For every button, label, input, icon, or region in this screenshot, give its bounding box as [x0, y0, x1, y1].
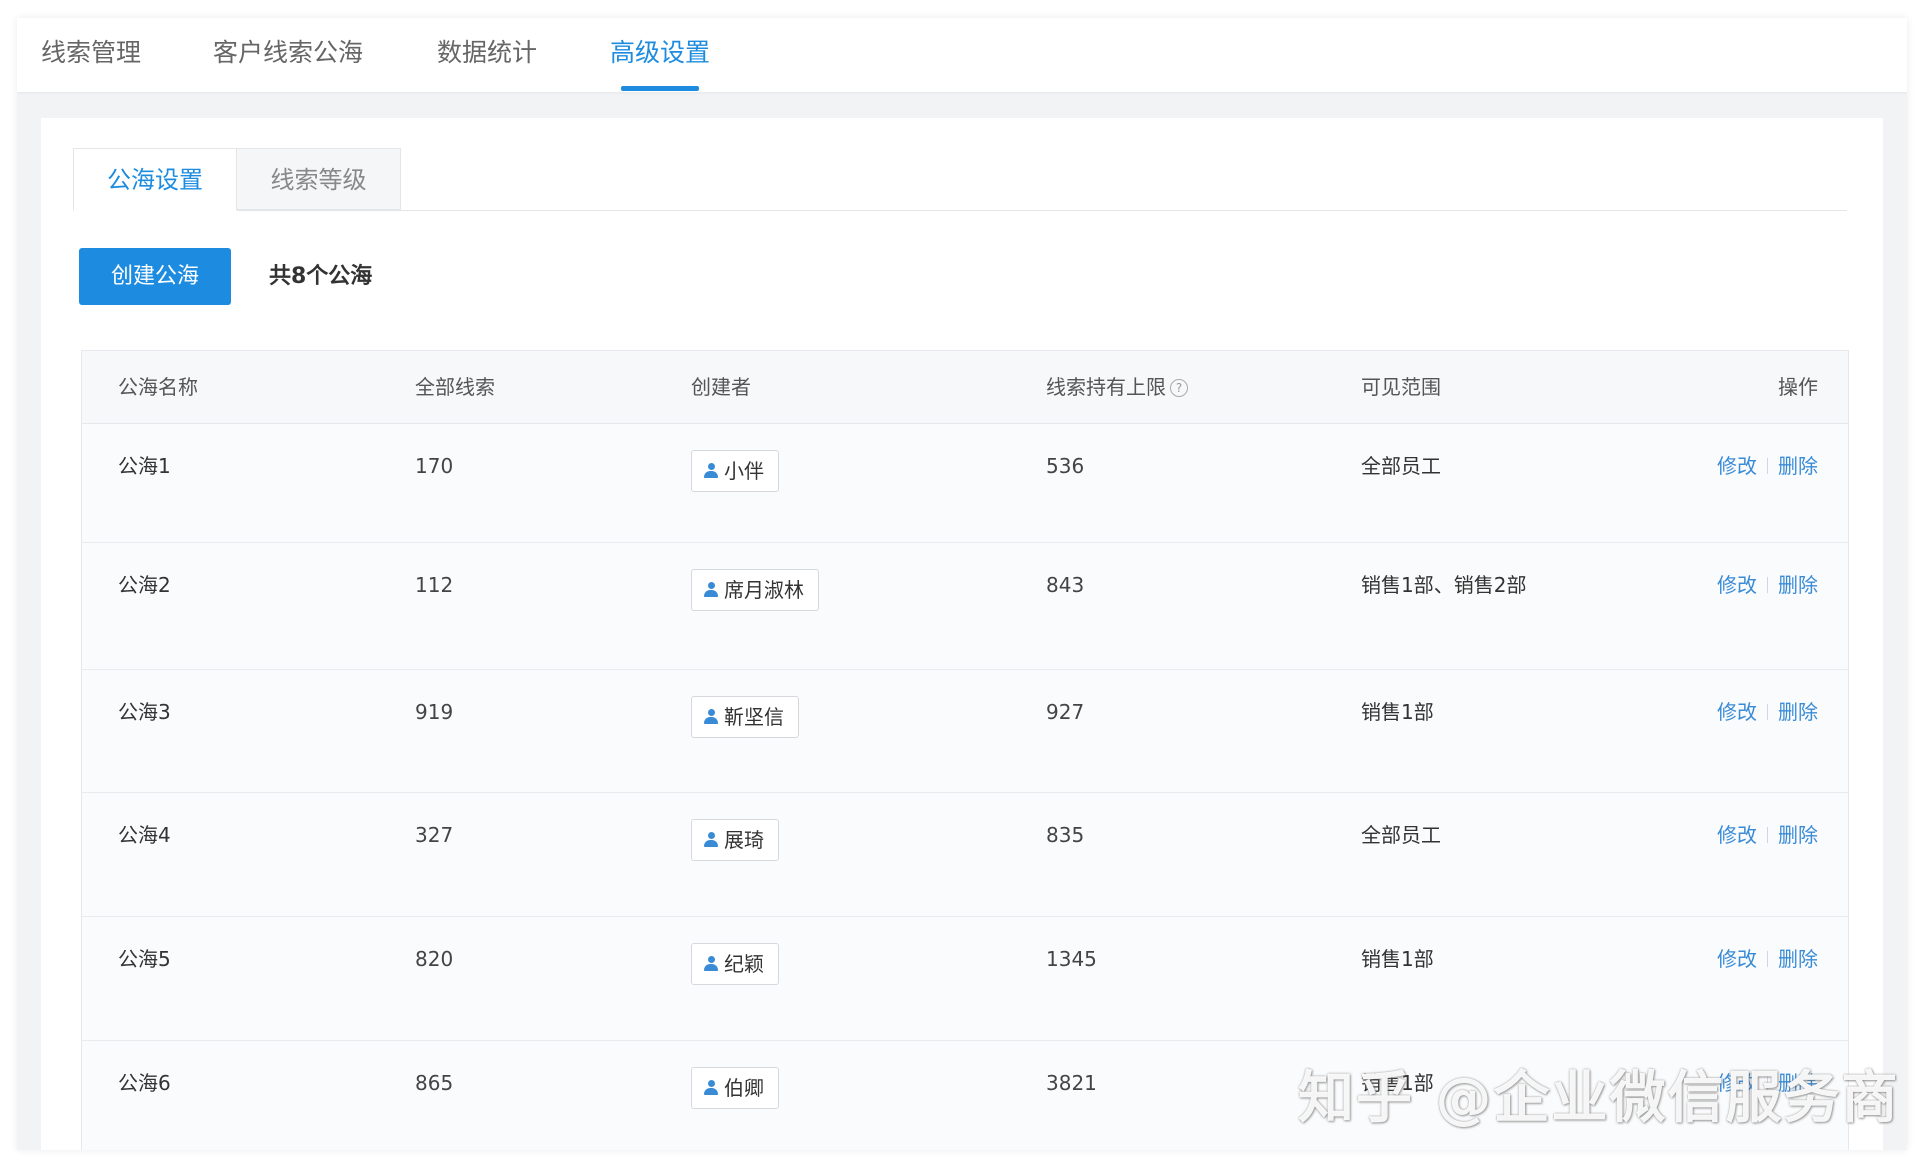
- pool-table: 公海名称 全部线索 创建者 线索持有上限? 可见范围 操作 公海1 170 小伴…: [81, 350, 1849, 1150]
- action-divider: [1767, 704, 1768, 720]
- visible-scope: 销售1部、销售2部: [1361, 573, 1527, 597]
- top-nav: 线索管理 客户线索公海 数据统计 高级设置: [17, 18, 1907, 92]
- holding-limit: 843: [1046, 573, 1085, 597]
- holding-limit: 927: [1046, 700, 1085, 724]
- creator-tag: 靳坚信: [691, 696, 799, 738]
- visible-scope: 销售1部: [1361, 700, 1434, 724]
- user-icon: [704, 582, 718, 598]
- header-visible-scope: 可见范围: [1361, 375, 1441, 399]
- table-row: 公海2 112 席月淑林 843 销售1部、销售2部 修改 删除: [82, 543, 1848, 670]
- row-actions: 修改 删除: [1717, 821, 1818, 849]
- user-icon: [704, 709, 718, 725]
- row-actions: 修改 删除: [1717, 698, 1818, 726]
- watermark-text: 知乎 @企业微信服务商: [1298, 1066, 1900, 1131]
- pool-count: 共8个公海: [269, 264, 373, 289]
- holding-limit: 1345: [1046, 947, 1097, 971]
- header-holding-limit: 线索持有上限?: [1046, 373, 1188, 401]
- delete-link[interactable]: 删除: [1778, 454, 1818, 478]
- sub-tab-bar: 公海设置 线索等级: [73, 148, 1847, 211]
- table-row: 公海3 919 靳坚信 927 销售1部 修改 删除: [82, 670, 1848, 793]
- creator-tag: 小伴: [691, 450, 779, 492]
- creator-name: 纪颖: [724, 952, 764, 976]
- creator-name: 小伴: [724, 459, 764, 483]
- app-frame: 线索管理 客户线索公海 数据统计 高级设置 公海设置 线索等级 创建公海 共8个…: [17, 18, 1907, 1150]
- creator-tag: 席月淑林: [691, 569, 819, 611]
- create-pool-button[interactable]: 创建公海: [79, 248, 231, 305]
- row-actions: 修改 删除: [1717, 452, 1818, 480]
- total-leads: 919: [415, 700, 454, 724]
- visible-scope: 全部员工: [1361, 454, 1441, 478]
- holding-limit: 536: [1046, 454, 1085, 478]
- tab-lead-management[interactable]: 线索管理: [41, 36, 141, 70]
- active-tab-indicator: [621, 86, 699, 91]
- tab-customer-lead-pool[interactable]: 客户线索公海: [213, 36, 363, 70]
- settings-card: 公海设置 线索等级 创建公海 共8个公海 公海名称 全部线索 创建者 线索持有上…: [41, 118, 1883, 1150]
- header-total-leads: 全部线索: [415, 375, 495, 399]
- table-row: 公海1 170 小伴 536 全部员工 修改 删除: [82, 424, 1848, 543]
- total-leads: 170: [415, 454, 454, 478]
- row-actions: 修改 删除: [1717, 945, 1818, 973]
- header-actions: 操作: [1778, 375, 1818, 399]
- action-divider: [1767, 458, 1768, 474]
- total-leads: 820: [415, 947, 454, 971]
- user-icon: [704, 832, 718, 848]
- question-circle-icon[interactable]: ?: [1170, 379, 1188, 397]
- creator-name: 席月淑林: [724, 578, 804, 602]
- creator-tag: 展琦: [691, 819, 779, 861]
- delete-link[interactable]: 删除: [1778, 700, 1818, 724]
- header-creator: 创建者: [691, 375, 751, 399]
- pool-name: 公海1: [118, 454, 171, 478]
- subtab-pool-settings[interactable]: 公海设置: [73, 148, 237, 211]
- visible-scope: 销售1部: [1361, 947, 1434, 971]
- row-actions: 修改 删除: [1717, 571, 1818, 599]
- total-leads: 327: [415, 823, 454, 847]
- holding-limit: 835: [1046, 823, 1085, 847]
- edit-link[interactable]: 修改: [1717, 947, 1757, 971]
- table-row: 公海4 327 展琦 835 全部员工 修改 删除: [82, 793, 1848, 917]
- delete-link[interactable]: 删除: [1778, 823, 1818, 847]
- creator-name: 靳坚信: [724, 705, 784, 729]
- edit-link[interactable]: 修改: [1717, 573, 1757, 597]
- creator-tag: 伯卿: [691, 1067, 779, 1109]
- action-divider: [1767, 577, 1768, 593]
- header-holding-limit-label: 线索持有上限: [1046, 375, 1166, 399]
- tab-data-statistics[interactable]: 数据统计: [437, 36, 537, 70]
- user-icon: [704, 463, 718, 479]
- total-leads: 865: [415, 1071, 454, 1095]
- action-divider: [1767, 951, 1768, 967]
- user-icon: [704, 956, 718, 972]
- creator-tag: 纪颖: [691, 943, 779, 985]
- edit-link[interactable]: 修改: [1717, 700, 1757, 724]
- creator-name: 展琦: [724, 828, 764, 852]
- header-pool-name: 公海名称: [118, 375, 198, 399]
- total-leads: 112: [415, 573, 454, 597]
- user-icon: [704, 1080, 718, 1096]
- subtab-lead-levels[interactable]: 线索等级: [237, 148, 401, 210]
- pool-name: 公海4: [118, 823, 171, 847]
- delete-link[interactable]: 删除: [1778, 573, 1818, 597]
- tab-advanced-settings[interactable]: 高级设置: [610, 36, 710, 70]
- pool-name: 公海2: [118, 573, 171, 597]
- edit-link[interactable]: 修改: [1717, 454, 1757, 478]
- creator-name: 伯卿: [724, 1076, 764, 1100]
- action-divider: [1767, 827, 1768, 843]
- pool-name: 公海6: [118, 1071, 171, 1095]
- table-row: 公海5 820 纪颖 1345 销售1部 修改 删除: [82, 917, 1848, 1041]
- holding-limit: 3821: [1046, 1071, 1097, 1095]
- visible-scope: 全部员工: [1361, 823, 1441, 847]
- pool-name: 公海3: [118, 700, 171, 724]
- pool-name: 公海5: [118, 947, 171, 971]
- edit-link[interactable]: 修改: [1717, 823, 1757, 847]
- table-header: 公海名称 全部线索 创建者 线索持有上限? 可见范围 操作: [82, 351, 1848, 424]
- delete-link[interactable]: 删除: [1778, 947, 1818, 971]
